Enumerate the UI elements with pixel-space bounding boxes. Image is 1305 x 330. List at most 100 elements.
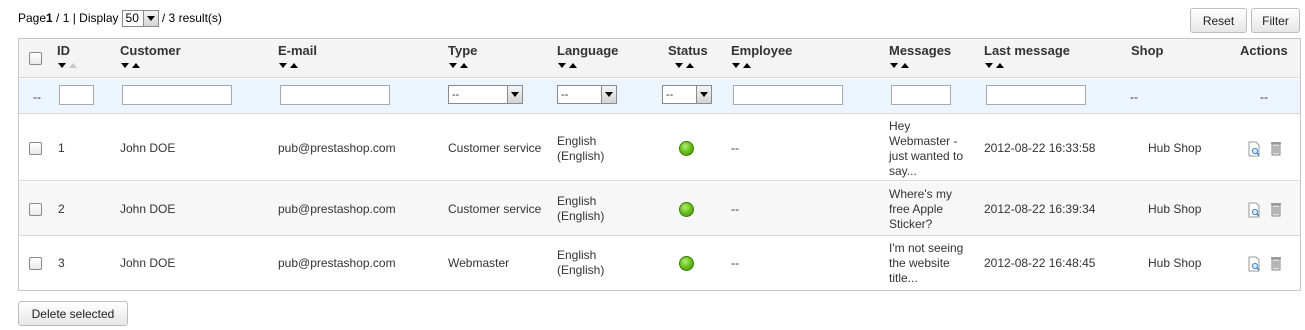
row-message: I'm not seeing the website title...	[889, 241, 964, 285]
row-language: English (English)	[557, 134, 605, 163]
row-customer: John DOE	[120, 256, 176, 270]
row-id: 1	[58, 141, 65, 155]
sort-desc-icon[interactable]	[558, 63, 566, 68]
sort-asc-icon[interactable]	[901, 63, 909, 68]
per-page-value: 50	[125, 11, 139, 25]
language-filter-select[interactable]: --	[557, 85, 617, 104]
sort-asc-icon[interactable]	[69, 63, 77, 68]
row-type: Customer service	[448, 202, 542, 216]
page-prefix: Page	[18, 11, 47, 25]
actions-filter-placeholder: --	[1260, 90, 1268, 104]
row-shop: Hub Shop	[1148, 202, 1202, 216]
table-row[interactable]: 2 John DOE pub@prestashop.com Customer s…	[19, 182, 1300, 236]
sort-desc-icon[interactable]	[732, 63, 740, 68]
row-id: 3	[58, 256, 65, 270]
filter-row: -- -- -- -- -- --	[19, 79, 1300, 114]
row-language: English (English)	[557, 194, 605, 223]
table-row[interactable]: 3 John DOE pub@prestashop.com Webmaster …	[19, 237, 1300, 290]
column-header-actions: Actions	[1240, 43, 1288, 58]
pagination-bar: Page 1 / 1 | Display 50 / 3 result(s)	[18, 9, 222, 27]
customer-threads-table: ID Customer E-mail Type Language Status …	[18, 38, 1301, 291]
sort-desc-icon[interactable]	[675, 63, 683, 68]
shop-filter-placeholder: --	[1130, 90, 1138, 104]
sort-asc-icon[interactable]	[290, 63, 298, 68]
row-last-message: 2012-08-22 16:33:58	[984, 141, 1096, 155]
column-header-last-message: Last message	[984, 43, 1070, 58]
sort-desc-icon[interactable]	[449, 63, 457, 68]
column-header-employee: Employee	[731, 43, 793, 58]
view-icon[interactable]	[1246, 141, 1262, 157]
status-indicator-icon	[679, 141, 694, 156]
sort-desc-icon[interactable]	[121, 63, 129, 68]
row-type: Webmaster	[448, 256, 510, 270]
column-header-type: Type	[448, 43, 478, 58]
column-header-id: ID	[57, 43, 70, 58]
row-employee: --	[731, 141, 739, 155]
bulk-filter-placeholder: --	[33, 90, 41, 104]
row-last-message: 2012-08-22 16:48:45	[984, 256, 1096, 270]
row-id: 2	[58, 202, 65, 216]
delete-icon[interactable]	[1268, 255, 1284, 271]
page-separator: / 1 | Display	[52, 11, 119, 25]
row-employee: --	[731, 202, 739, 216]
last-message-filter-input[interactable]	[986, 85, 1086, 105]
sort-asc-icon[interactable]	[686, 63, 694, 68]
sort-desc-icon[interactable]	[985, 63, 993, 68]
row-email: pub@prestashop.com	[278, 256, 396, 270]
row-customer: John DOE	[120, 202, 176, 216]
sort-asc-icon[interactable]	[569, 63, 577, 68]
column-header-customer: Customer	[120, 43, 181, 58]
column-header-shop: Shop	[1131, 43, 1164, 58]
row-email: pub@prestashop.com	[278, 202, 396, 216]
column-header-status: Status	[668, 43, 708, 58]
type-filter-value: --	[452, 88, 460, 101]
chevron-down-icon	[696, 86, 711, 103]
row-language: English (English)	[557, 248, 605, 277]
filter-button[interactable]: Filter	[1251, 8, 1300, 33]
delete-icon[interactable]	[1268, 201, 1284, 217]
status-indicator-icon	[679, 202, 694, 217]
row-employee: --	[731, 256, 739, 270]
row-checkbox[interactable]	[29, 203, 42, 216]
sort-desc-icon[interactable]	[890, 63, 898, 68]
delete-icon[interactable]	[1268, 140, 1284, 156]
row-checkbox[interactable]	[29, 257, 42, 270]
messages-filter-input[interactable]	[891, 85, 951, 105]
chevron-down-icon	[507, 86, 522, 103]
type-filter-select[interactable]: --	[448, 85, 523, 104]
status-filter-select[interactable]: --	[662, 85, 712, 104]
row-shop: Hub Shop	[1148, 141, 1202, 155]
column-header-email: E-mail	[278, 43, 318, 58]
current-page: 1	[46, 11, 53, 25]
row-customer: John DOE	[120, 141, 176, 155]
row-email: pub@prestashop.com	[278, 141, 396, 155]
table-header: ID Customer E-mail Type Language Status …	[19, 39, 1300, 78]
per-page-select[interactable]: 50	[121, 9, 159, 27]
sort-asc-icon[interactable]	[460, 63, 468, 68]
row-last-message: 2012-08-22 16:39:34	[984, 202, 1096, 216]
results-count: / 3 result(s)	[161, 11, 222, 25]
customer-filter-input[interactable]	[122, 85, 232, 105]
status-indicator-icon	[679, 256, 694, 271]
row-type: Customer service	[448, 141, 542, 155]
email-filter-input[interactable]	[280, 85, 390, 105]
row-message: Where's my free Apple Sticker?	[889, 187, 952, 231]
sort-asc-icon[interactable]	[743, 63, 751, 68]
chevron-down-icon	[601, 86, 616, 103]
sort-asc-icon[interactable]	[132, 63, 140, 68]
reset-button[interactable]: Reset	[1190, 8, 1247, 33]
select-all-checkbox[interactable]	[29, 52, 42, 65]
view-icon[interactable]	[1246, 202, 1262, 218]
language-filter-value: --	[561, 88, 569, 101]
table-row[interactable]: 1 John DOE pub@prestashop.com Customer s…	[19, 115, 1300, 181]
view-icon[interactable]	[1246, 256, 1262, 272]
sort-asc-icon[interactable]	[996, 63, 1004, 68]
row-message: Hey Webmaster - just wanted to say...	[889, 119, 964, 178]
employee-filter-input[interactable]	[733, 85, 843, 105]
row-checkbox[interactable]	[29, 142, 42, 155]
column-header-messages: Messages	[889, 43, 952, 58]
delete-selected-button[interactable]: Delete selected	[18, 301, 128, 326]
sort-desc-icon[interactable]	[279, 63, 287, 68]
sort-desc-icon[interactable]	[58, 63, 66, 68]
id-filter-input[interactable]	[59, 85, 94, 105]
